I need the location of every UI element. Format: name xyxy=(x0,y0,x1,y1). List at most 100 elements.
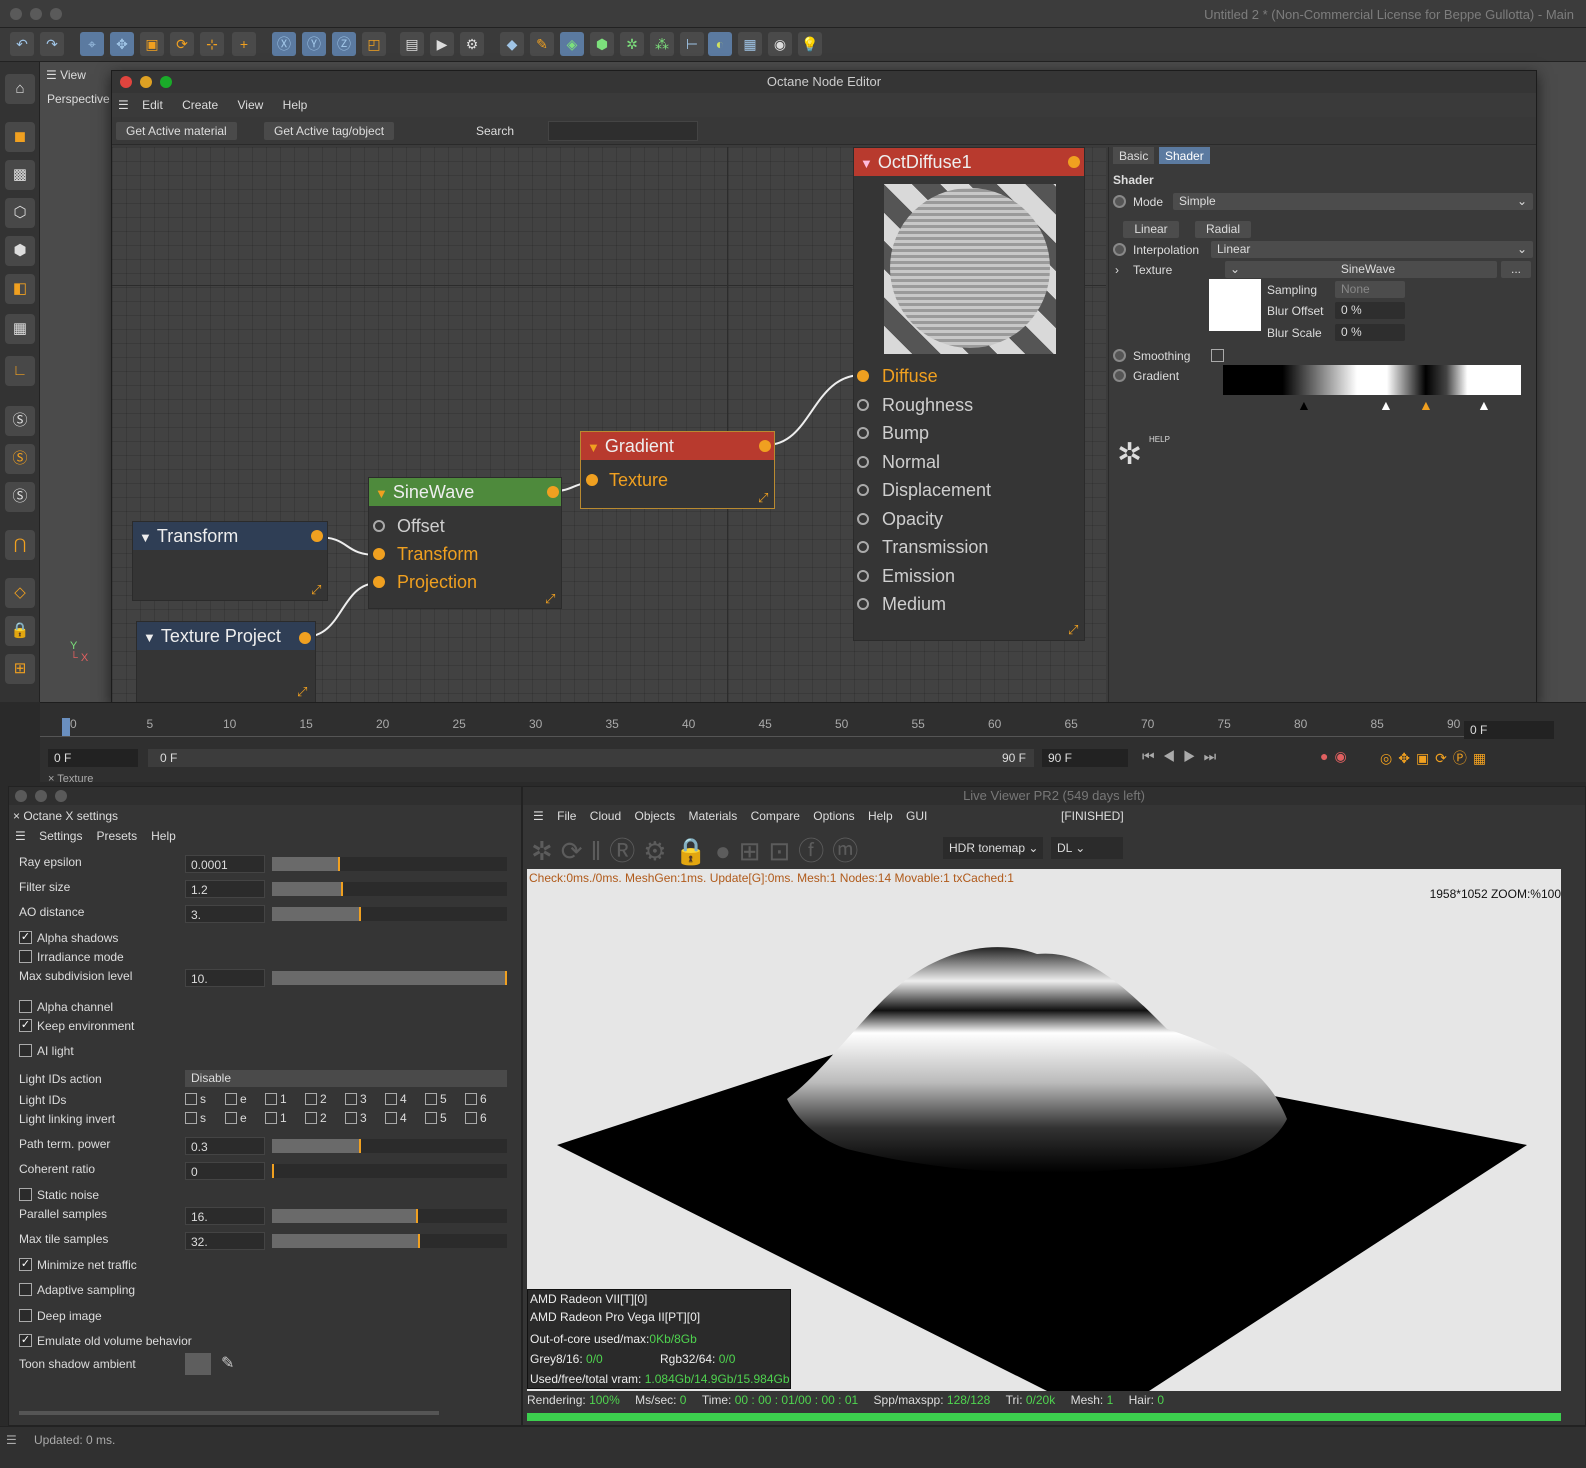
edges-mode-icon[interactable]: ⬢ xyxy=(5,236,35,266)
snap-s3-icon[interactable]: Ⓢ xyxy=(5,482,35,512)
z-axis-icon[interactable]: Ⓩ xyxy=(332,32,356,56)
tonemap-select[interactable]: HDR tonemap ⌄ xyxy=(943,837,1043,859)
pin-port[interactable] xyxy=(857,513,869,525)
octdiffuse-header[interactable]: ▼ OctDiffuse1 xyxy=(854,148,1084,176)
minimize-dot[interactable] xyxy=(30,8,42,20)
texture-project-node[interactable]: ▼ Texture Project ⤢ xyxy=(136,621,316,705)
select-tool-icon[interactable]: ⌖ xyxy=(80,32,104,56)
sinewave-pin-projection[interactable]: Projection xyxy=(397,568,477,596)
current-frame-field[interactable]: 0 F xyxy=(1464,721,1554,739)
deep-image-checkbox[interactable] xyxy=(19,1309,32,1322)
render-view-icon[interactable]: ▤ xyxy=(400,32,424,56)
pin-transmission[interactable]: Transmission xyxy=(882,533,988,561)
light-id-checkbox[interactable]: s xyxy=(185,1092,206,1106)
expand-icon[interactable]: ⤢ xyxy=(545,591,555,607)
workplane-icon[interactable]: ◇ xyxy=(5,578,35,608)
y-axis-icon[interactable]: Ⓨ xyxy=(302,32,326,56)
mode-animate-icon[interactable] xyxy=(1113,195,1126,208)
minimize-button[interactable] xyxy=(140,76,152,88)
filter-size-slider[interactable] xyxy=(272,882,507,896)
pin-port[interactable] xyxy=(373,520,385,532)
light-id-checkbox[interactable]: s xyxy=(185,1111,206,1125)
path-term-slider[interactable] xyxy=(272,1139,507,1153)
ai-light-checkbox[interactable] xyxy=(19,1044,32,1057)
tab-basic[interactable]: Basic xyxy=(1113,147,1155,164)
render-settings-icon[interactable]: ⚙ xyxy=(460,32,484,56)
close-button[interactable] xyxy=(120,76,132,88)
menu-help[interactable]: Help xyxy=(283,98,308,112)
start-frame-field[interactable]: 0 F xyxy=(48,749,138,767)
pin-port[interactable] xyxy=(857,370,869,382)
cloner-icon[interactable]: ✲ xyxy=(620,32,644,56)
smoothing-checkbox[interactable] xyxy=(1211,349,1224,362)
coordinate-system-icon[interactable]: ◰ xyxy=(362,32,386,56)
viewer-toolbar-icons[interactable]: ✲⟳‖Ⓡ⚙🔒●⊞⊡ⓕⓜ xyxy=(531,831,866,868)
menu-edit[interactable]: Edit xyxy=(142,98,163,112)
static-noise-checkbox[interactable] xyxy=(19,1188,32,1201)
interp-animate-icon[interactable] xyxy=(1113,243,1126,256)
rotate-tool-icon[interactable]: ⟳ xyxy=(170,32,194,56)
octdiffuse-node[interactable]: ▼ OctDiffuse1 Diffuse Roughness Bump Norm… xyxy=(853,147,1085,641)
pin-displacement[interactable]: Displacement xyxy=(882,476,991,504)
chevron-right-icon[interactable]: › xyxy=(1115,263,1119,277)
light-id-checkbox[interactable]: 4 xyxy=(385,1092,407,1106)
light-id-checkbox[interactable]: 1 xyxy=(265,1092,287,1106)
eyedropper-icon[interactable]: ✎ xyxy=(221,1353,234,1373)
zoom-dot[interactable] xyxy=(55,790,67,802)
menu-view[interactable]: View xyxy=(238,98,264,112)
ao-distance-field[interactable]: 3. xyxy=(185,905,265,923)
add-tool-icon[interactable]: + xyxy=(232,32,256,56)
menu-cloud[interactable]: Cloud xyxy=(590,809,621,823)
redo-icon[interactable]: ↷ xyxy=(40,32,64,56)
move-tool-icon[interactable]: ✥ xyxy=(110,32,134,56)
texture-project-output-port[interactable] xyxy=(299,632,311,644)
scale-tool-icon[interactable]: ▣ xyxy=(140,32,164,56)
expand-icon[interactable]: ⤢ xyxy=(311,582,321,598)
sinewave-header[interactable]: ▼ SineWave xyxy=(369,478,561,506)
octdiffuse-output-port[interactable] xyxy=(1068,156,1080,168)
pin-medium[interactable]: Medium xyxy=(882,590,946,618)
light-id-checkbox[interactable]: e xyxy=(225,1111,247,1125)
field-icon[interactable]: ◐ xyxy=(708,32,732,56)
pin-port[interactable] xyxy=(373,548,385,560)
light-icon[interactable]: 💡 xyxy=(798,32,822,56)
close-dot[interactable] xyxy=(10,8,22,20)
gradient-knot[interactable]: ▲ xyxy=(1379,397,1393,413)
texture-tab[interactable]: × Texture xyxy=(48,773,93,785)
coherent-slider[interactable] xyxy=(272,1164,507,1178)
filter-size-field[interactable]: 1.2 xyxy=(185,880,265,898)
collapse-icon[interactable]: ▼ xyxy=(587,440,600,455)
light-id-checkbox[interactable]: 6 xyxy=(465,1111,487,1125)
render-picture-icon[interactable]: ▶ xyxy=(430,32,454,56)
gradient-knot[interactable]: ▲ xyxy=(1297,397,1311,413)
close-dot[interactable] xyxy=(15,790,27,802)
hamburger-icon[interactable]: ☰ xyxy=(533,809,544,823)
menu-objects[interactable]: Objects xyxy=(635,809,676,823)
texture-more-button[interactable]: ... xyxy=(1501,261,1531,278)
min-net-checkbox[interactable]: ✓ xyxy=(19,1258,32,1271)
collapse-icon[interactable]: ▼ xyxy=(139,530,152,545)
camera-icon[interactable]: ◉ xyxy=(768,32,792,56)
node-graph-canvas[interactable]: ▼ OctDiffuse1 Diffuse Roughness Bump Norm… xyxy=(112,147,1106,705)
max-subdiv-field[interactable]: 10. xyxy=(185,969,265,987)
recent-tool-icon[interactable]: ⊹ xyxy=(200,32,224,56)
viewport-menu[interactable]: ☰ View xyxy=(46,68,86,82)
collapse-icon[interactable]: ▼ xyxy=(143,630,156,645)
pin-port[interactable] xyxy=(857,598,869,610)
smoothing-animate-icon[interactable] xyxy=(1113,349,1126,362)
pin-port[interactable] xyxy=(373,576,385,588)
octane-help-icon[interactable]: ✲ xyxy=(1117,437,1142,472)
floor-icon[interactable]: ▦ xyxy=(738,32,762,56)
gradient-knot-selected[interactable]: ▲ xyxy=(1419,397,1433,413)
hamburger-icon[interactable]: ☰ xyxy=(6,1433,17,1447)
texture-project-header[interactable]: ▼ Texture Project xyxy=(137,622,315,650)
pin-diffuse[interactable]: Diffuse xyxy=(882,362,938,390)
max-tile-slider[interactable] xyxy=(272,1234,507,1248)
search-input[interactable] xyxy=(548,121,698,141)
sinewave-output-port[interactable] xyxy=(547,486,559,498)
gradient-pin-texture[interactable]: Texture xyxy=(609,466,668,494)
light-id-checkbox[interactable]: 6 xyxy=(465,1092,487,1106)
texture-link-field[interactable]: SineWave xyxy=(1239,261,1497,278)
collapse-icon[interactable]: ▼ xyxy=(860,156,873,171)
undo-icon[interactable]: ↶ xyxy=(10,32,34,56)
